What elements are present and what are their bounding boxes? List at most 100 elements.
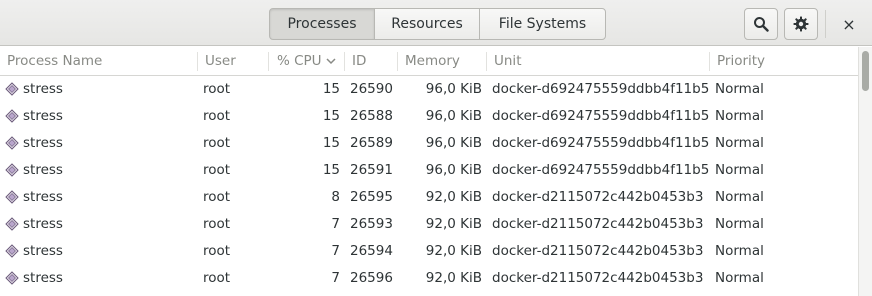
header-bar: Processes Resources File Systems × [0, 0, 872, 46]
cell-process-name: stress [23, 162, 63, 178]
table-row[interactable]: stress root 8 26595 92,0 KiB docker-d211… [0, 184, 858, 211]
process-icon [5, 82, 19, 96]
column-divider[interactable] [268, 52, 269, 71]
column-divider[interactable] [197, 52, 198, 71]
cell-priority: Normal [715, 216, 764, 232]
cell-user: root [203, 270, 231, 286]
cell-user: root [203, 81, 231, 97]
process-icon [5, 190, 19, 204]
cell-user: root [203, 162, 231, 178]
menu-button[interactable] [784, 8, 818, 40]
cell-cpu: 8 [331, 189, 340, 205]
cell-priority: Normal [715, 81, 764, 97]
cell-unit: docker-d692475559ddbb4f11b5 [492, 135, 710, 151]
column-header-priority[interactable]: Priority [717, 47, 847, 75]
cell-id: 26593 [350, 216, 393, 232]
cell-unit: docker-d2115072c442b0453b3 [492, 189, 704, 205]
process-icon [5, 136, 19, 150]
cell-unit: docker-d692475559ddbb4f11b5 [492, 162, 710, 178]
gear-icon [793, 16, 809, 32]
cell-priority: Normal [715, 270, 764, 286]
cell-process-name: stress [23, 108, 63, 124]
cell-priority: Normal [715, 189, 764, 205]
sort-descending-icon [326, 58, 336, 65]
cell-id: 26590 [350, 81, 393, 97]
cell-user: root [203, 216, 231, 232]
close-button[interactable]: × [836, 8, 862, 40]
cell-priority: Normal [715, 108, 764, 124]
column-divider[interactable] [344, 52, 345, 71]
cell-process-name: stress [23, 135, 63, 151]
cell-user: root [203, 108, 231, 124]
cell-process-name: stress [23, 243, 63, 259]
cell-cpu: 15 [322, 81, 340, 97]
cell-process-name: stress [23, 270, 63, 286]
cell-user: root [203, 135, 231, 151]
cell-cpu: 7 [331, 270, 340, 286]
cell-cpu: 15 [322, 108, 340, 124]
cell-memory: 92,0 KiB [425, 270, 482, 286]
cell-priority: Normal [715, 243, 764, 259]
process-icon [5, 109, 19, 123]
tab-resources[interactable]: Resources [374, 8, 480, 40]
close-icon: × [842, 14, 856, 34]
process-icon [5, 271, 19, 285]
header-separator [825, 10, 826, 38]
cell-unit: docker-d692475559ddbb4f11b5 [492, 81, 710, 97]
vertical-scrollbar[interactable] [858, 47, 872, 296]
column-header-unit[interactable]: Unit [494, 47, 704, 75]
search-button[interactable] [744, 8, 778, 40]
column-divider[interactable] [397, 52, 398, 71]
cell-id: 26588 [350, 108, 393, 124]
cell-unit: docker-d2115072c442b0453b3 [492, 270, 704, 286]
column-header-memory[interactable]: Memory [405, 47, 485, 75]
cell-unit: docker-d692475559ddbb4f11b5 [492, 108, 710, 124]
column-divider[interactable] [486, 52, 487, 71]
tab-processes[interactable]: Processes [269, 8, 375, 40]
process-icon [5, 217, 19, 231]
cell-id: 26594 [350, 243, 393, 259]
cell-unit: docker-d2115072c442b0453b3 [492, 243, 704, 259]
scrollbar-thumb[interactable] [862, 51, 869, 91]
cell-cpu: 15 [322, 162, 340, 178]
view-switcher: Processes Resources File Systems [269, 8, 606, 40]
table-row[interactable]: stress root 7 26594 92,0 KiB docker-d211… [0, 238, 858, 265]
column-header-cpu-label: % CPU [277, 53, 322, 69]
column-header-row: Process Name User % CPU ID Memory Unit P… [0, 47, 858, 76]
table-row[interactable]: stress root 15 26589 96,0 KiB docker-d69… [0, 130, 858, 157]
cell-priority: Normal [715, 135, 764, 151]
cell-id: 26589 [350, 135, 393, 151]
cell-id: 26595 [350, 189, 393, 205]
cell-id: 26596 [350, 270, 393, 286]
table-row[interactable]: stress root 7 26596 92,0 KiB docker-d211… [0, 265, 858, 292]
cell-memory: 92,0 KiB [425, 189, 482, 205]
table-row[interactable]: stress root 7 26593 92,0 KiB docker-d211… [0, 211, 858, 238]
cell-process-name: stress [23, 189, 63, 205]
table-row[interactable]: stress root 15 26588 96,0 KiB docker-d69… [0, 103, 858, 130]
process-icon [5, 244, 19, 258]
cell-id: 26591 [350, 162, 393, 178]
cell-memory: 92,0 KiB [425, 243, 482, 259]
cell-user: root [203, 189, 231, 205]
cell-memory: 96,0 KiB [425, 108, 482, 124]
column-header-process-name[interactable]: Process Name [7, 47, 195, 75]
process-icon [5, 163, 19, 177]
column-header-user[interactable]: User [205, 47, 265, 75]
column-header-id[interactable]: ID [352, 47, 396, 75]
cell-memory: 96,0 KiB [425, 135, 482, 151]
cell-memory: 92,0 KiB [425, 216, 482, 232]
column-header-cpu[interactable]: % CPU [277, 47, 343, 75]
table-row[interactable]: stress root 15 26591 96,0 KiB docker-d69… [0, 157, 858, 184]
process-list: stress root 15 26590 96,0 KiB docker-d69… [0, 76, 858, 292]
cell-cpu: 7 [331, 216, 340, 232]
cell-priority: Normal [715, 162, 764, 178]
table-row[interactable]: stress root 15 26590 96,0 KiB docker-d69… [0, 76, 858, 103]
cell-unit: docker-d2115072c442b0453b3 [492, 216, 704, 232]
tab-file-systems[interactable]: File Systems [479, 8, 606, 40]
cell-cpu: 15 [322, 135, 340, 151]
column-divider[interactable] [709, 52, 710, 71]
cell-memory: 96,0 KiB [425, 81, 482, 97]
cell-cpu: 7 [331, 243, 340, 259]
search-icon [754, 17, 769, 32]
cell-memory: 96,0 KiB [425, 162, 482, 178]
